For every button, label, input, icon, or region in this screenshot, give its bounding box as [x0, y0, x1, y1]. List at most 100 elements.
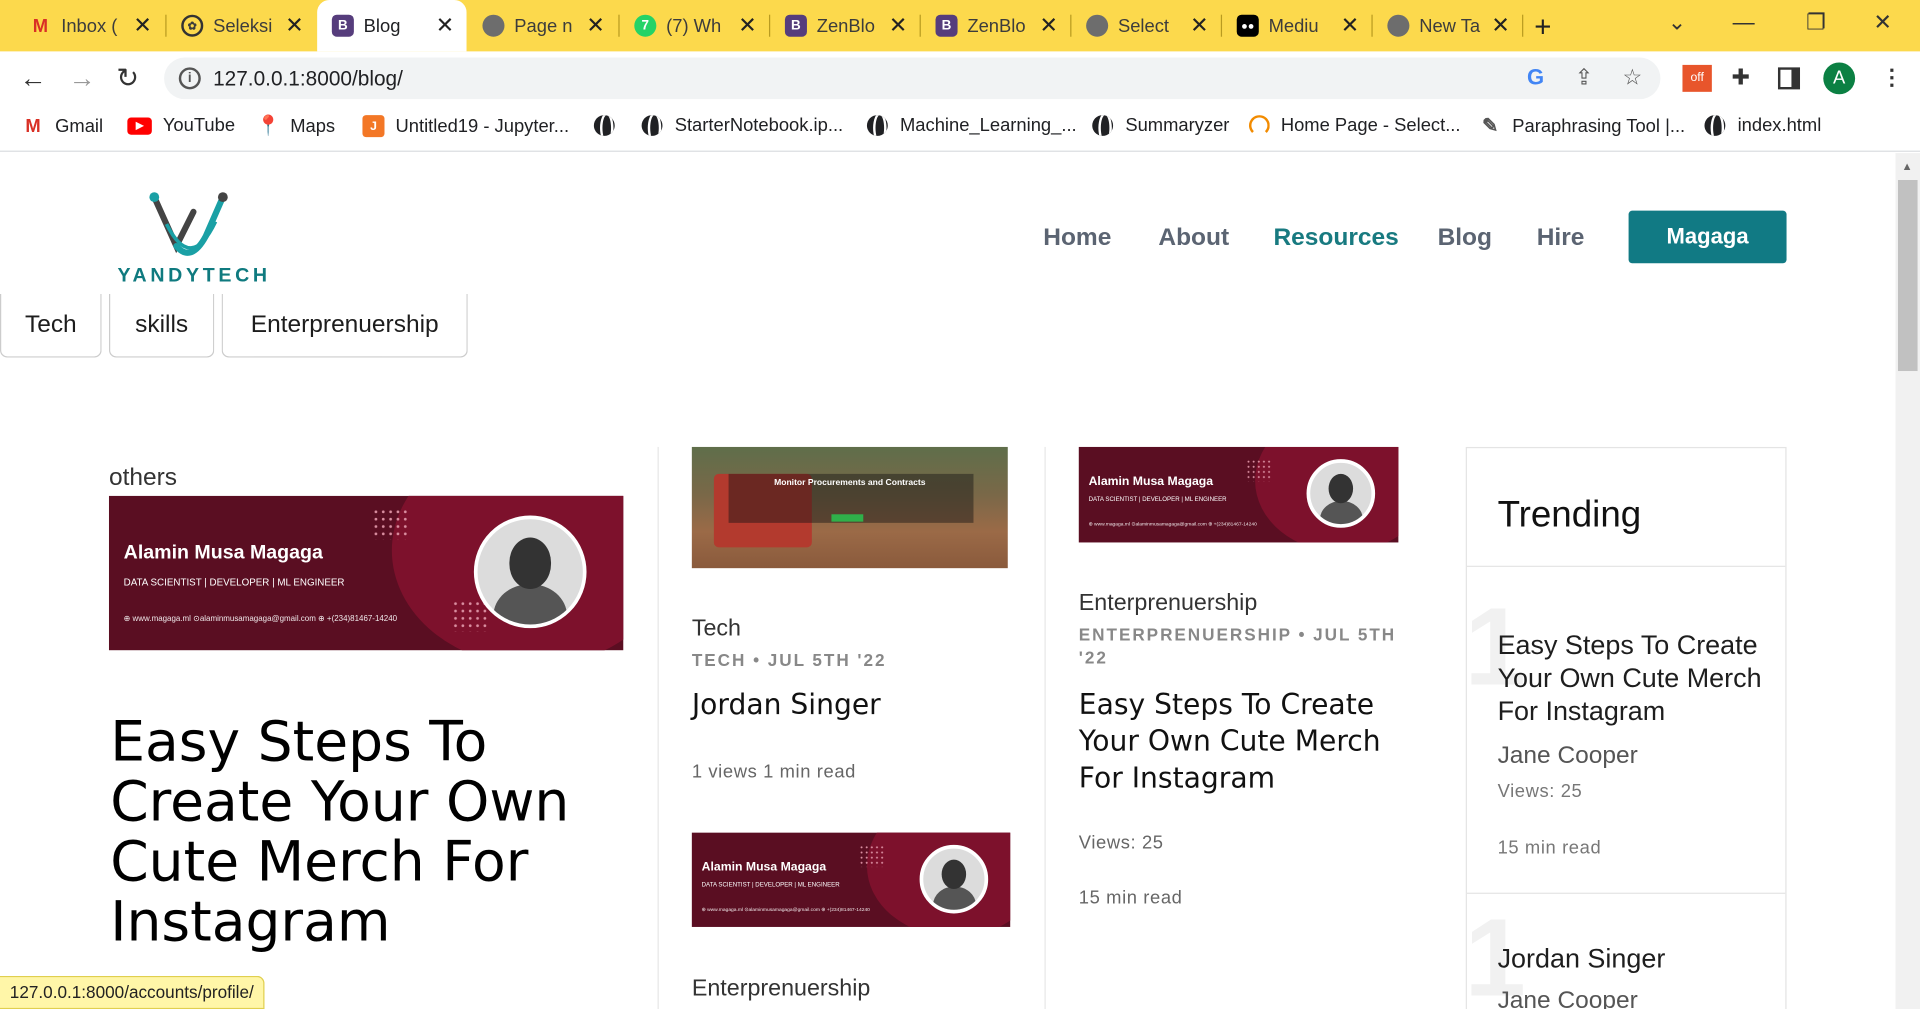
- minimize-icon[interactable]: —: [1733, 10, 1755, 36]
- scrollbar-thumb[interactable]: [1897, 180, 1918, 372]
- bookmark-paraphrase[interactable]: ✎ Paraphrasing Tool |...: [1479, 115, 1685, 137]
- close-icon[interactable]: ✕: [738, 13, 756, 39]
- tab-bar: M Inbox ( ✕ ✿ Seleksi ✕ B Blog ✕ Page n …: [0, 0, 1920, 52]
- close-icon[interactable]: ✕: [1190, 13, 1208, 39]
- close-icon[interactable]: ✕: [285, 13, 303, 39]
- bookmark-index[interactable]: index.html: [1704, 115, 1821, 136]
- reload-icon[interactable]: ↻: [116, 62, 139, 94]
- chip-skills[interactable]: skills: [108, 293, 215, 358]
- close-icon[interactable]: ✕: [133, 13, 151, 39]
- tab-seleksi[interactable]: ✿ Seleksi ✕: [167, 9, 316, 43]
- site-info-icon[interactable]: i: [178, 67, 201, 90]
- globe-icon: [593, 115, 615, 136]
- post-read-time: 15 min read: [1078, 887, 1183, 909]
- featured-image[interactable]: Alamin Musa Magaga DATA SCIENTIST | DEVE…: [108, 495, 624, 651]
- maps-icon: 📍: [255, 116, 281, 138]
- bookmark-gmail[interactable]: M Gmail: [22, 115, 103, 137]
- post-category[interactable]: Tech: [692, 616, 741, 643]
- post-title[interactable]: Easy Steps To Create Your Own Cute Merch…: [1079, 687, 1397, 797]
- post-meta: ENTERPRENUERSHIP • JUL 5TH: [1078, 624, 1397, 645]
- featured-category[interactable]: others: [109, 464, 177, 492]
- quill-icon: ✎: [1482, 116, 1499, 138]
- trending-author: Jane Cooper: [1497, 742, 1638, 769]
- tab-zenblog-2[interactable]: B ZenBlo ✕: [921, 9, 1070, 43]
- tab-blog[interactable]: B Blog ✕: [317, 0, 467, 52]
- openai-icon: ✿: [181, 14, 204, 37]
- avatar: [473, 515, 587, 629]
- post-meta-cont: '22: [1078, 647, 1108, 668]
- avatar[interactable]: A: [1823, 62, 1856, 95]
- trending-views: Views: 25: [1497, 781, 1583, 803]
- nav-home[interactable]: Home: [1043, 224, 1111, 252]
- bookmark-globe[interactable]: [593, 115, 615, 136]
- chrome-icon: [1086, 14, 1109, 37]
- bookmark-summaryzer[interactable]: Summaryzer: [1092, 115, 1229, 136]
- globe-icon: [1092, 115, 1114, 136]
- tab-whatsapp[interactable]: 7 (7) Wh ✕: [620, 9, 769, 43]
- nav-resources[interactable]: Resources: [1273, 224, 1398, 252]
- extension-off-icon[interactable]: off: [1682, 64, 1712, 92]
- gmail-icon: M: [25, 115, 41, 137]
- tab-page[interactable]: Page n ✕: [468, 9, 617, 43]
- chip-enterprenuership[interactable]: Enterprenuership: [221, 293, 468, 358]
- bookmark-star-icon[interactable]: ☆: [1622, 65, 1642, 91]
- bookmark-maps[interactable]: 📍 Maps: [255, 115, 335, 138]
- close-icon[interactable]: ✕: [889, 13, 907, 39]
- web-page: YANDYTECH Home About Resources Blog Hire…: [0, 153, 1896, 1009]
- url-text[interactable]: 127.0.0.1:8000/blog/: [213, 67, 403, 91]
- post-thumbnail[interactable]: Alamin Musa Magaga DATA SCIENTIST | DEVE…: [1078, 446, 1399, 543]
- close-icon[interactable]: ✕: [586, 13, 604, 39]
- restore-icon[interactable]: ❐: [1806, 10, 1826, 36]
- scroll-up-icon[interactable]: ▲: [1902, 160, 1913, 172]
- post-category[interactable]: Enterprenuership: [1079, 590, 1257, 617]
- bootstrap-icon: B: [331, 14, 354, 37]
- close-icon[interactable]: ✕: [1341, 13, 1359, 39]
- trending-title[interactable]: Easy Steps To Create Your Own Cute Merch…: [1498, 628, 1767, 727]
- close-icon[interactable]: ✕: [436, 13, 454, 39]
- tab-zenblog-1[interactable]: B ZenBlo ✕: [770, 9, 919, 43]
- menu-dots-icon[interactable]: ⋮: [1881, 65, 1903, 91]
- tab-new[interactable]: New Ta ✕: [1373, 9, 1522, 43]
- trending-header: Trending: [1497, 494, 1642, 536]
- google-icon[interactable]: G: [1527, 65, 1544, 91]
- new-tab-button[interactable]: +: [1534, 11, 1551, 45]
- tab-search-icon[interactable]: ⌄: [1668, 10, 1686, 36]
- tab-select[interactable]: Select ✕: [1071, 9, 1220, 43]
- nav-about[interactable]: About: [1158, 224, 1229, 252]
- bookmark-youtube[interactable]: ▶ YouTube: [127, 115, 235, 136]
- bookmark-jupyter[interactable]: J Untitled19 - Jupyter...: [362, 115, 569, 138]
- bootstrap-icon: B: [784, 14, 807, 37]
- close-window-icon[interactable]: ✕: [1873, 10, 1891, 36]
- trending-author: Jane Cooper: [1497, 986, 1638, 1009]
- page-scrollbar[interactable]: ▲: [1895, 153, 1920, 1009]
- nav-hire[interactable]: Hire: [1537, 224, 1585, 252]
- post-thumbnail[interactable]: Monitor Procurements and Contracts: [691, 446, 1008, 569]
- back-icon[interactable]: ←: [20, 62, 47, 94]
- select-icon: [1248, 115, 1270, 136]
- extensions-puzzle-icon[interactable]: ✚: [1731, 65, 1749, 91]
- tab-medium[interactable]: ●● Mediu ✕: [1222, 9, 1371, 43]
- side-panel-icon[interactable]: [1777, 67, 1801, 90]
- featured-title[interactable]: Easy Steps To Create Your Own Cute Merch…: [110, 711, 624, 951]
- post-stats: 1 views 1 min read: [691, 761, 857, 783]
- bookmark-starter[interactable]: StarterNotebook.ip...: [641, 115, 843, 136]
- share-icon[interactable]: ⇪: [1575, 65, 1593, 91]
- chrome-icon: [482, 14, 505, 37]
- close-icon[interactable]: ✕: [1039, 13, 1057, 39]
- post-title[interactable]: Jordan Singer: [692, 689, 881, 721]
- chip-tech[interactable]: Tech: [0, 293, 102, 358]
- close-icon[interactable]: ✕: [1491, 13, 1509, 39]
- post-category[interactable]: Enterprenuership: [692, 976, 870, 1003]
- trending-title[interactable]: Jordan Singer: [1498, 942, 1767, 975]
- profile-button[interactable]: Magaga: [1628, 210, 1787, 264]
- post-thumbnail[interactable]: Alamin Musa Magaga DATA SCIENTIST | DEVE…: [691, 832, 1011, 927]
- address-bar[interactable]: i 127.0.0.1:8000/blog/ G ⇪ ☆: [164, 57, 1661, 100]
- tab-inbox[interactable]: M Inbox ( ✕: [15, 9, 164, 43]
- forward-icon[interactable]: →: [69, 62, 96, 94]
- avatar: [919, 844, 989, 914]
- whatsapp-icon: 7: [634, 14, 657, 37]
- bookmark-ml[interactable]: Machine_Learning_...: [866, 115, 1077, 136]
- jupyter-icon: J: [362, 115, 385, 138]
- nav-blog[interactable]: Blog: [1438, 224, 1492, 252]
- bookmark-select[interactable]: Home Page - Select...: [1248, 115, 1461, 136]
